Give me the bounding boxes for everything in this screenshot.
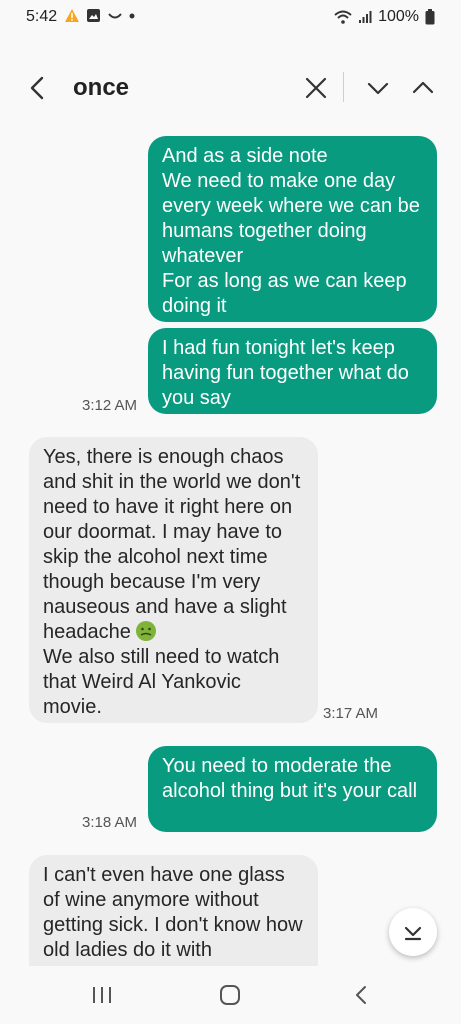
signal-icon [359,11,372,23]
message-bubble-received[interactable]: I can't even have one glass of wine anym… [29,855,318,966]
message-timestamp: 3:12 AM [82,397,138,414]
message-bubble-received[interactable]: Yes, there is enough chaos and shit in t… [29,437,318,723]
back-arrow-icon[interactable] [24,74,52,102]
divider [343,72,344,102]
chevron-down-icon[interactable] [364,74,392,102]
message-text: We also still need to watch that Weird A… [43,646,280,718]
status-notifications [64,8,135,23]
status-system: 100% [334,8,435,26]
smile-icon [108,12,122,18]
wifi-icon [334,10,352,24]
status-bar: 5:42 100% [0,0,461,36]
message-clip: I can't even have one glass of wine anym… [0,850,461,966]
recents-icon[interactable] [91,986,113,1004]
battery-icon [425,9,435,25]
chevron-up-icon[interactable] [409,74,437,102]
nav-back-icon[interactable] [350,984,372,1006]
dot-icon [129,13,135,18]
message-bubble-sent[interactable]: And as a side note We need to make one d… [148,136,437,322]
search-header: once [0,60,461,116]
message-timestamp: 3:17 AM [323,705,379,722]
navigation-bar [0,966,461,1024]
gallery-icon [87,9,100,22]
search-query[interactable]: once [73,74,129,102]
message-bubble-sent[interactable]: I had fun tonight let's keep having fun … [148,328,437,414]
status-time: 5:42 [26,8,58,25]
message-timestamp: 3:18 AM [82,814,138,831]
nauseated-face-emoji [136,621,157,641]
home-icon[interactable] [219,984,241,1006]
message-bubble-sent[interactable]: You need to moderate the alcohol thing b… [148,746,437,832]
close-icon[interactable] [302,74,330,102]
message-text: Yes, there is enough chaos and shit in t… [43,446,301,643]
battery-percent: 100% [378,8,419,25]
scroll-to-bottom-button[interactable] [389,908,437,956]
warning-icon [65,9,79,22]
scroll-to-bottom-icon [404,926,422,941]
